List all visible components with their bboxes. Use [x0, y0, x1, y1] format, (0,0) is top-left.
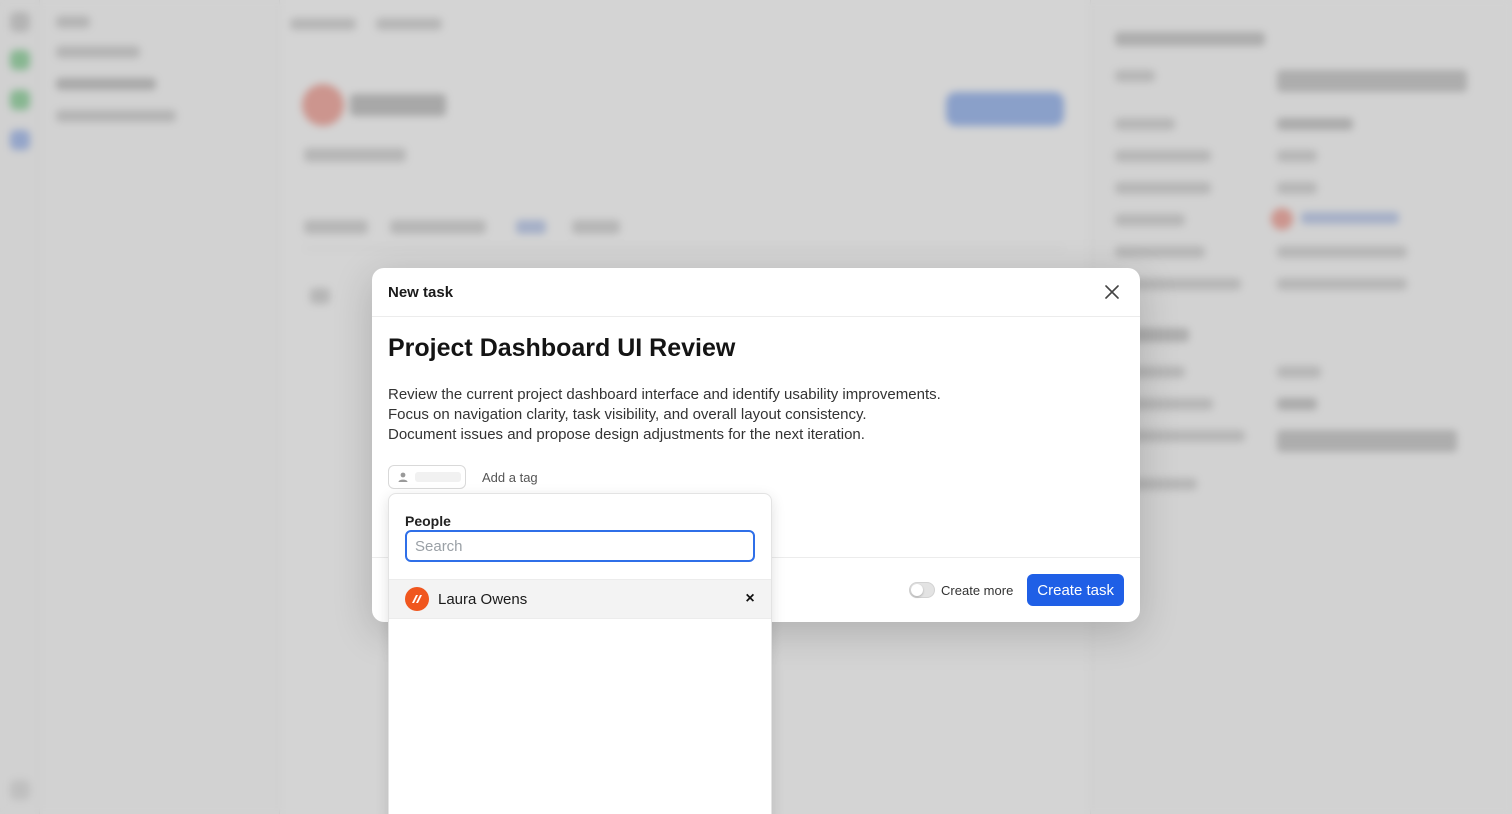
brand-logo-icon: [412, 595, 422, 603]
create-more-control[interactable]: Create more: [909, 582, 1013, 598]
list-item-selected-person[interactable]: Laura Owens ×: [389, 579, 771, 619]
assignee-picker[interactable]: [388, 465, 466, 489]
add-tag-button[interactable]: Add a tag: [482, 470, 538, 485]
remove-person-button[interactable]: ×: [741, 590, 759, 608]
people-label: People: [405, 513, 451, 529]
create-more-label: Create more: [941, 582, 1014, 598]
close-icon: [1105, 285, 1119, 299]
close-button[interactable]: [1100, 280, 1124, 304]
description-line: Focus on navigation clarity, task visibi…: [388, 406, 867, 423]
description-line: Document issues and propose design adjus…: [388, 426, 865, 443]
create-more-toggle[interactable]: [909, 582, 936, 598]
dialog-header: New task: [372, 268, 1140, 317]
avatar: [405, 587, 429, 611]
user-icon: [398, 472, 408, 482]
people-dropdown: People Laura Owens ×: [388, 493, 772, 814]
create-task-button[interactable]: Create task: [1027, 574, 1124, 606]
description-line: Review the current project dashboard int…: [388, 386, 941, 403]
people-search-input[interactable]: [405, 530, 755, 562]
task-description[interactable]: Review the current project dashboard int…: [388, 385, 941, 445]
assignee-placeholder: [415, 472, 461, 482]
dialog-title: New task: [388, 283, 454, 301]
task-properties: Add a tag: [388, 465, 538, 489]
person-name: Laura Owens: [438, 590, 528, 608]
task-title[interactable]: Project Dashboard UI Review: [388, 334, 735, 363]
